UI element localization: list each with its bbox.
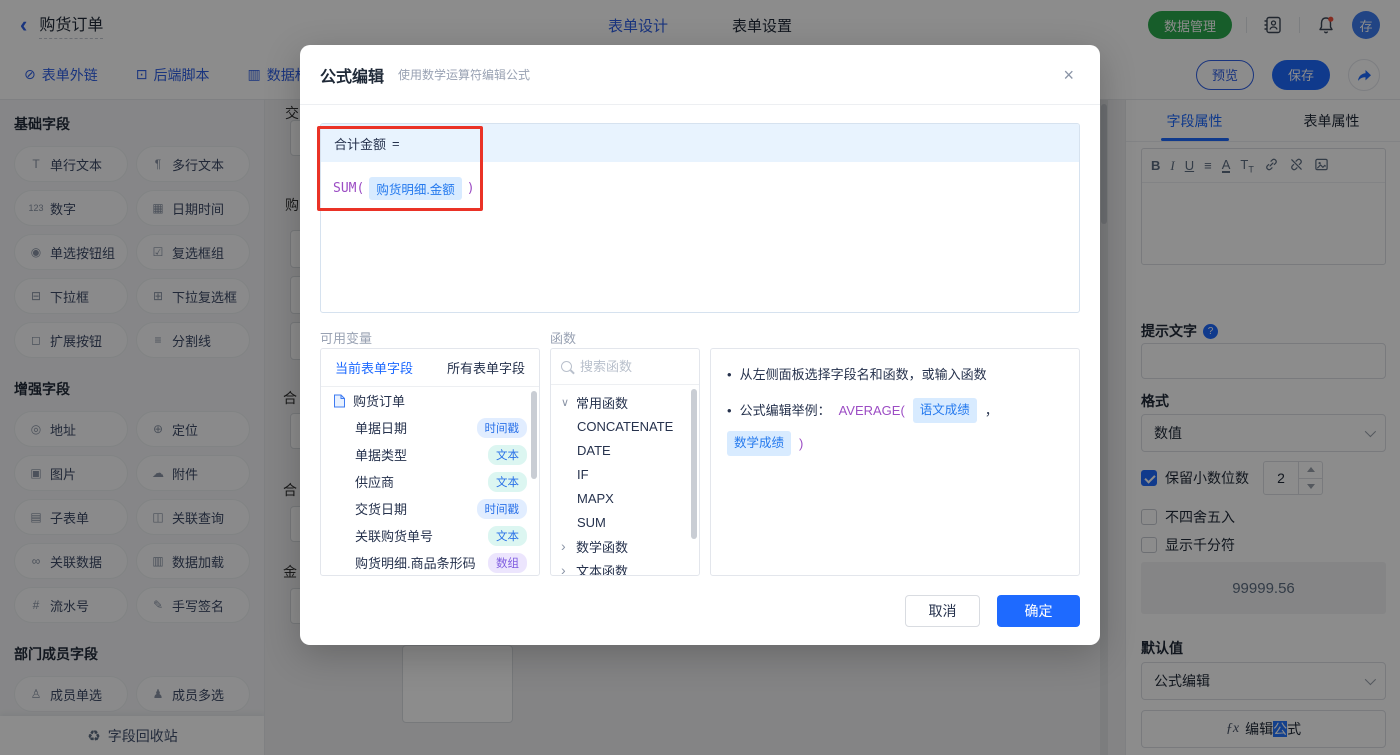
form-doc-icon (334, 394, 345, 407)
type-badge: 数组 (488, 552, 527, 573)
tab-all-form-fields[interactable]: 所有表单字段 (447, 358, 525, 377)
close-icon[interactable]: × (1063, 66, 1074, 84)
example-field-token: 数学成绩 (727, 431, 792, 456)
form-name: 购货订单 (353, 394, 406, 409)
cancel-button[interactable]: 取消 (905, 595, 980, 627)
function-search (551, 349, 699, 385)
example-comma: ， (984, 403, 998, 418)
dialog-title: 公式编辑 (320, 68, 385, 86)
formula-edit-dialog: 公式编辑 使用数学运算符编辑公式 × 合计金额 = SUM( 购货明细.金额 )… (300, 45, 1100, 645)
confirm-button[interactable]: 确定 (997, 595, 1080, 627)
variables-scrollbar-thumb[interactable] (531, 391, 537, 479)
equals-sign: = (392, 135, 400, 151)
type-badge: 文本 (488, 471, 527, 492)
form-tree-root[interactable]: 购货订单 (321, 387, 539, 414)
functions-panel: 常用函数 CONCATENATE DATE IF MAPX SUM 数学函数 文… (550, 348, 700, 576)
formula-help-panel: • 从左侧面板选择字段名和函数，或输入函数 • 公式编辑举例： AVERAGE( … (710, 348, 1080, 576)
variables-panel: 当前表单字段 所有表单字段 购货订单 单据日期 时间戳 单据类型 文本 供应商 文本 … (320, 348, 540, 576)
type-badge: 文本 (488, 525, 527, 546)
example-close-token: ) (799, 436, 804, 451)
dialog-header: 公式编辑 使用数学运算符编辑公式 × (300, 45, 1100, 105)
formula-expression[interactable]: SUM( 购货明细.金额 ) (321, 162, 1079, 215)
example-function-token: AVERAGE( (838, 403, 905, 418)
function-tree: 常用函数 CONCATENATE DATE IF MAPX SUM 数学函数 文… (551, 385, 699, 576)
variable-item[interactable]: 单据类型 文本 (321, 441, 539, 468)
function-item[interactable]: IF (551, 462, 699, 486)
function-close-token: ) (466, 181, 475, 196)
search-icon (561, 361, 572, 372)
functions-section-label: 函数 (550, 331, 577, 346)
example-field-token: 语文成绩 (912, 398, 977, 423)
help-tip: • 从左侧面板选择字段名和函数，或输入函数 (727, 367, 987, 382)
formula-editor[interactable]: 合计金额 = SUM( 购货明细.金额 ) (320, 123, 1080, 313)
field-token[interactable]: 购货明细.金额 (369, 177, 462, 200)
tab-current-form-fields[interactable]: 当前表单字段 (335, 358, 413, 377)
variable-item[interactable]: 交货日期 时间戳 (321, 495, 539, 522)
function-open-token: SUM( (333, 181, 365, 196)
function-group-common[interactable]: 常用函数 (551, 390, 699, 414)
variables-tabs: 当前表单字段 所有表单字段 (321, 349, 539, 387)
variable-item[interactable]: 购货明细.商品条形码 数组 (321, 549, 539, 575)
example-prefix: 公式编辑举例： (739, 403, 831, 418)
type-badge: 时间戳 (476, 498, 527, 519)
function-group-text[interactable]: 文本函数 (551, 558, 699, 576)
functions-scrollbar-thumb[interactable] (691, 389, 697, 539)
function-item[interactable]: DATE (551, 438, 699, 462)
type-badge: 时间戳 (476, 417, 527, 438)
formula-target-row: 合计金额 = (321, 124, 1079, 162)
function-item[interactable]: SUM (551, 510, 699, 534)
variables-section-label: 可用变量 (320, 331, 373, 346)
help-example: • 公式编辑举例： AVERAGE( 语文成绩 ， 数学成绩 ) (727, 398, 1063, 456)
type-badge: 文本 (488, 444, 527, 465)
variable-item[interactable]: 关联购货单号 文本 (321, 522, 539, 549)
variable-item[interactable]: 单据日期 时间戳 (321, 414, 539, 441)
function-item[interactable]: MAPX (551, 486, 699, 510)
function-group-math[interactable]: 数学函数 (551, 534, 699, 558)
chevron-right-icon (561, 562, 570, 575)
function-item[interactable]: CONCATENATE (551, 414, 699, 438)
chevron-right-icon (561, 538, 570, 554)
formula-target-field: 合计金额 (334, 136, 387, 152)
function-search-input[interactable] (580, 359, 675, 374)
variable-item[interactable]: 供应商 文本 (321, 468, 539, 495)
dialog-subtitle: 使用数学运算符编辑公式 (398, 68, 531, 82)
chevron-down-icon (561, 396, 570, 409)
